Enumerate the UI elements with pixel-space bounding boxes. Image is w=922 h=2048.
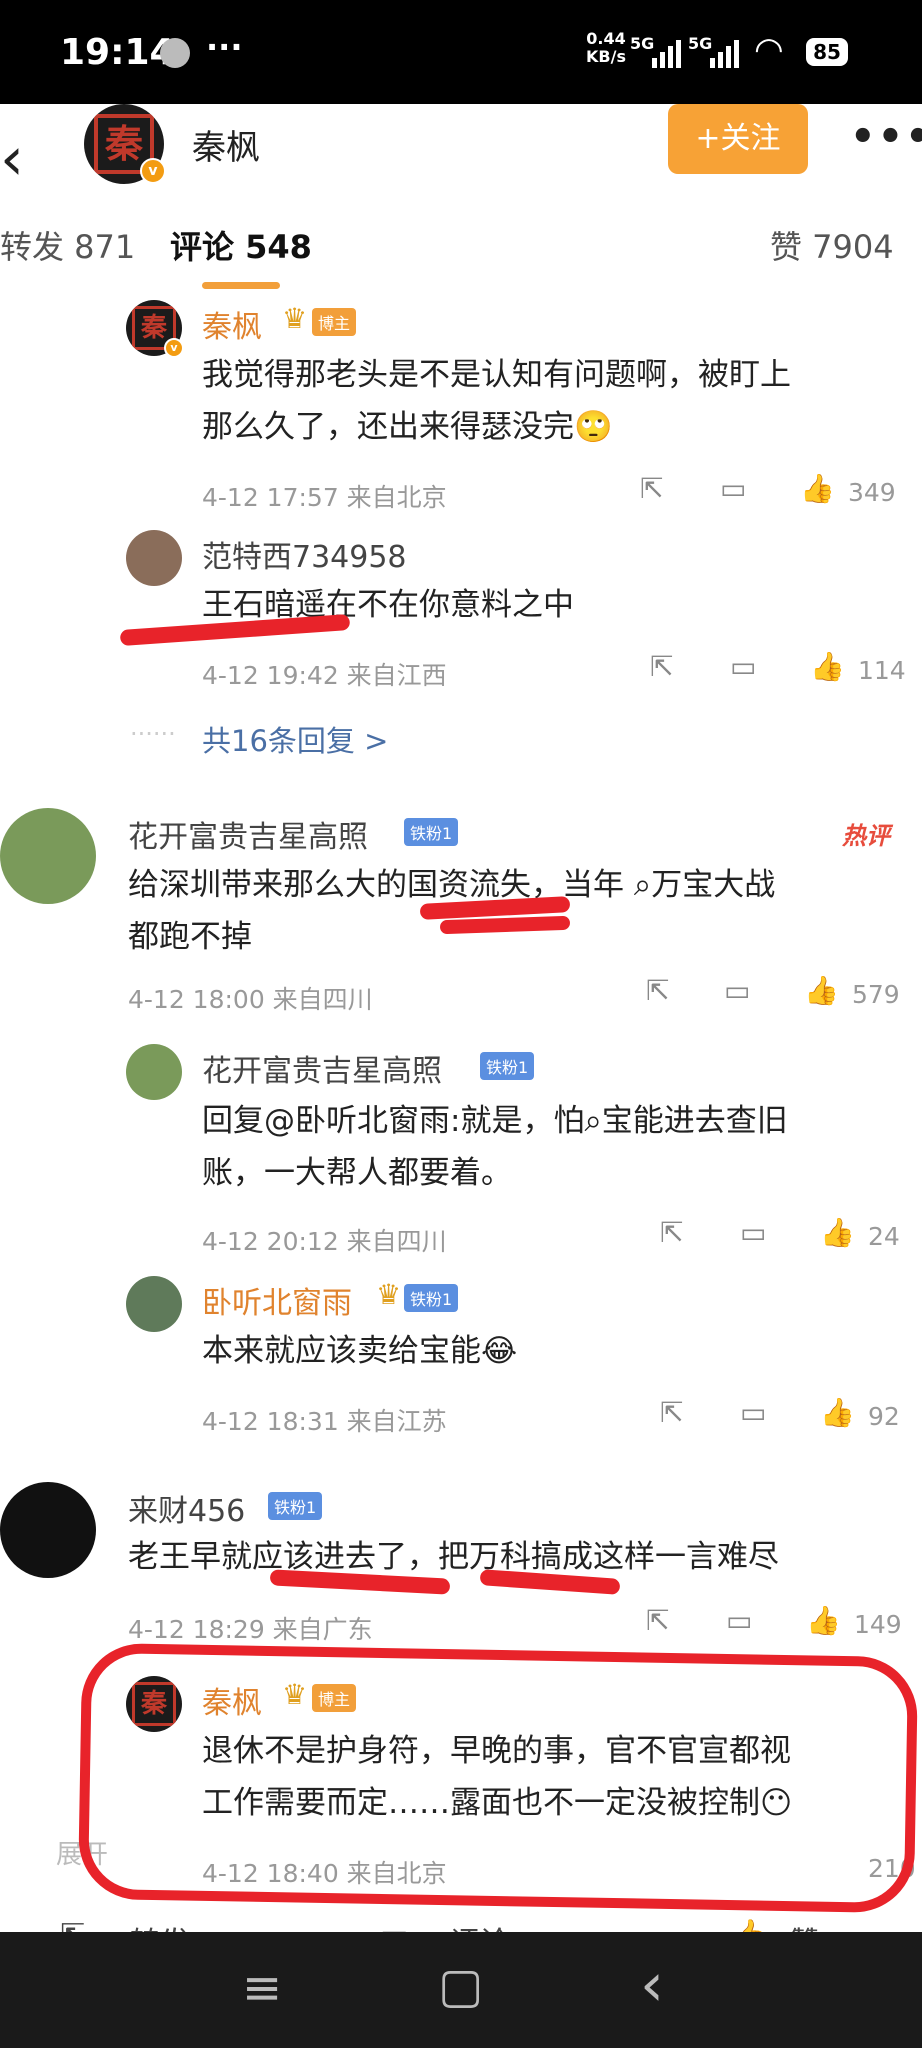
like-count: 149: [854, 1610, 902, 1639]
comment-text: 都跑不掉: [128, 919, 252, 955]
wifi-icon: ◠: [754, 30, 784, 70]
comment-text: 回复@卧听北窗雨:就是，怕⌕宝能进去查旧: [202, 1103, 788, 1139]
post-header: ‹ 秦 v 秦枫 +关注 •••: [0, 104, 922, 228]
annotation-underline: [439, 915, 571, 935]
comment-author[interactable]: 秦枫: [202, 302, 262, 346]
back-icon[interactable]: ‹: [0, 124, 24, 194]
like-icon[interactable]: 👍: [806, 1604, 841, 1637]
comment-meta: 4-12 20:12 来自四川: [202, 1227, 447, 1256]
annotation-circle: [77, 1642, 919, 1914]
avatar[interactable]: [126, 1044, 182, 1100]
comment-icon[interactable]: ▭: [726, 1604, 752, 1637]
comment-author[interactable]: 花开富贵吉星高照: [202, 1046, 442, 1090]
share-icon[interactable]: ⇱: [660, 1396, 683, 1429]
share-icon[interactable]: ⇱: [660, 1216, 683, 1249]
app-notification-icon: [160, 38, 190, 68]
share-icon[interactable]: ⇱: [650, 650, 673, 683]
signal-bars-2-icon: [710, 40, 742, 68]
verified-icon: v: [140, 158, 166, 184]
comment-meta: 4-12 18:00 来自四川: [128, 985, 373, 1014]
like-icon[interactable]: 👍: [804, 974, 839, 1007]
menu-icon[interactable]: ≡: [242, 1960, 282, 2016]
back-nav-icon[interactable]: ‹: [640, 1950, 664, 2020]
fan-badge: 铁粉1: [480, 1052, 535, 1080]
comment-icon[interactable]: ▭: [740, 1396, 766, 1429]
comment-author[interactable]: 花开富贵吉星高照: [128, 812, 368, 856]
comment-meta: 4-12 18:29 来自广东: [128, 1615, 373, 1644]
crown-icon: ♛: [282, 302, 308, 335]
share-icon[interactable]: ⇱: [646, 974, 669, 1007]
net-speed: 0.44 KB/s: [586, 30, 626, 66]
comment-meta: 4-12 18:31 来自江苏: [202, 1407, 447, 1436]
signal-label-1: 5G: [630, 34, 655, 53]
comment-text: 本来就应该卖给宝能😂: [202, 1333, 518, 1369]
more-replies-link[interactable]: 共16条回复 >: [202, 718, 388, 760]
comment-author[interactable]: 卧听北窗雨: [202, 1278, 352, 1322]
like-count: 24: [868, 1222, 900, 1251]
like-icon[interactable]: 👍: [800, 472, 835, 505]
comment-author[interactable]: 范特西734958: [202, 532, 407, 576]
fan-badge: 铁粉1: [404, 1284, 459, 1312]
status-more-icon: ···: [206, 28, 243, 66]
signal-label-2: 5G: [688, 34, 713, 53]
status-time: 19:14: [60, 32, 175, 73]
tab-bar: 转发 871 评论 548 赞 7904: [0, 222, 922, 284]
comment-icon[interactable]: ▭: [730, 650, 756, 683]
avatar[interactable]: [0, 808, 96, 904]
comment-text: 老王早就应该进去了，把万科搞成这样一言难尽: [128, 1539, 779, 1575]
comment-meta: 4-12 17:57 来自北京: [202, 483, 447, 512]
avatar[interactable]: [126, 1276, 182, 1332]
tab-comments[interactable]: 评论 548: [170, 222, 312, 268]
divider-dots: ······: [130, 720, 176, 748]
comment-icon[interactable]: ▭: [740, 1216, 766, 1249]
like-count: 92: [868, 1402, 900, 1431]
verified-icon: v: [164, 338, 184, 358]
comment-text: 那么久了，还出来得瑟没完🙄: [202, 409, 613, 445]
follow-button[interactable]: +关注: [668, 104, 808, 174]
like-icon[interactable]: 👍: [820, 1216, 855, 1249]
like-count: 114: [858, 656, 906, 685]
net-speed-unit: KB/s: [586, 47, 626, 66]
comment-author[interactable]: 来财456: [128, 1486, 245, 1530]
like-count: 579: [852, 980, 900, 1009]
net-speed-value: 0.44: [586, 29, 626, 48]
avatar[interactable]: [0, 1482, 96, 1578]
status-bar: 19:14 ··· 0.44 KB/s 5G 5G ◠ 85: [0, 0, 922, 104]
tab-likes[interactable]: 赞 7904: [770, 222, 894, 268]
like-icon[interactable]: 👍: [810, 650, 845, 683]
like-icon[interactable]: 👍: [820, 1396, 855, 1429]
hot-comment-badge: 热评: [842, 822, 890, 850]
like-count: 349: [848, 478, 896, 507]
signal-bars-1-icon: [652, 40, 684, 68]
fan-badge: 铁粉1: [268, 1492, 323, 1520]
comment-text: 账，一大帮人都要着。: [202, 1155, 512, 1191]
share-icon[interactable]: ⇱: [640, 472, 663, 505]
share-icon[interactable]: ⇱: [646, 1604, 669, 1637]
comment-icon[interactable]: ▭: [724, 974, 750, 1007]
system-nav-bar: ≡ ▢ ‹: [0, 1932, 922, 2048]
author-name[interactable]: 秦枫: [192, 120, 260, 169]
more-options-icon[interactable]: •••: [850, 114, 922, 160]
blogger-badge: 博主: [312, 308, 357, 336]
comment-text: 我觉得那老头是不是认知有问题啊，被盯上: [202, 357, 791, 393]
tab-active-indicator: [202, 282, 280, 289]
comment-meta: 4-12 19:42 来自江西: [202, 661, 447, 690]
tab-repost[interactable]: 转发 871: [0, 222, 135, 268]
fan-badge: 铁粉1: [404, 818, 459, 846]
comment-icon[interactable]: ▭: [720, 472, 746, 505]
battery-icon: 85: [806, 38, 848, 66]
avatar[interactable]: [126, 530, 182, 586]
crown-icon: ♛: [376, 1278, 402, 1311]
home-icon[interactable]: ▢: [438, 1958, 483, 2014]
